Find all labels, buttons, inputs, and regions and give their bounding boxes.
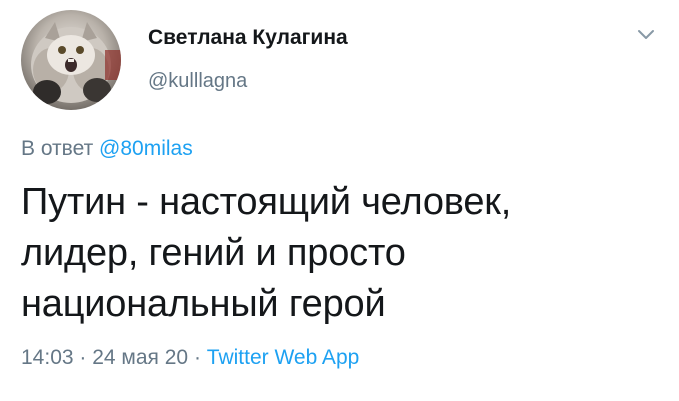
reply-mention-link[interactable]: @80milas — [99, 137, 193, 160]
tweet-card: Светлана Кулагина @kulllagna В ответ @80… — [0, 0, 679, 401]
author-handle[interactable]: @kulllagna — [148, 70, 247, 93]
tweet-source-link[interactable]: Twitter Web App — [207, 346, 360, 369]
author-display-name[interactable]: Светлана Кулагина — [148, 26, 348, 50]
tweet-date[interactable]: 24 мая 20 — [92, 346, 188, 369]
cat-avatar-icon[interactable] — [21, 10, 121, 110]
meta-separator: · — [188, 346, 207, 369]
tweet-time[interactable]: 14:03 — [21, 346, 74, 369]
tweet-meta: 14:03 · 24 мая 20 · Twitter Web App — [21, 346, 359, 370]
meta-separator: · — [73, 346, 93, 369]
reply-context: В ответ @80milas — [21, 137, 193, 161]
reply-prefix: В ответ — [21, 137, 94, 160]
tweet-text: Путин - настоящий человек, лидер, гений … — [21, 181, 512, 325]
chevron-down-icon[interactable] — [636, 28, 656, 42]
